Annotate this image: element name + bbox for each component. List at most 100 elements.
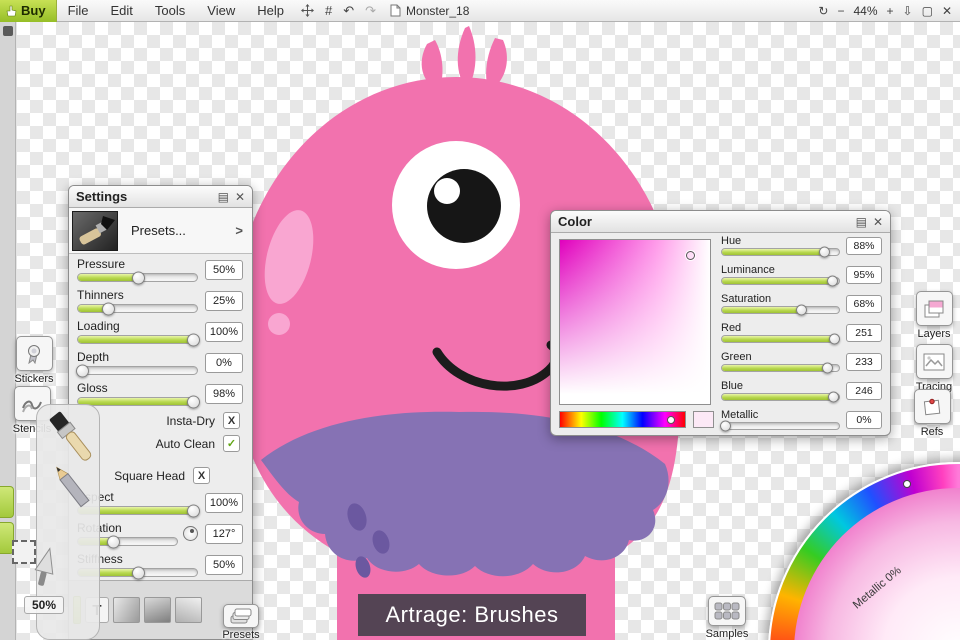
current-color-swatch[interactable]: [693, 411, 714, 428]
slider-knob[interactable]: [719, 420, 731, 432]
export-icon[interactable]: ⇩: [903, 4, 913, 18]
grid-icon[interactable]: #: [325, 3, 332, 18]
blue-row: Blue 246: [721, 380, 882, 403]
metallic-slider[interactable]: [719, 420, 840, 432]
loading-label: Loading: [77, 319, 120, 333]
collapsed-panel-icon[interactable]: [2, 26, 13, 36]
color-wheel-marker[interactable]: [903, 480, 911, 488]
brush-preview-thumbnail: [72, 210, 118, 251]
luminance-value[interactable]: 95%: [846, 265, 882, 284]
preset-thumbnail[interactable]: [144, 597, 171, 623]
color-picker-square[interactable]: [559, 239, 711, 405]
pressure-value[interactable]: 50%: [205, 259, 243, 280]
luminance-slider[interactable]: [721, 275, 840, 287]
pressure-slider[interactable]: [77, 271, 198, 284]
depth-value[interactable]: 0%: [205, 352, 243, 373]
slider-knob[interactable]: [822, 362, 834, 374]
preset-thumbnail[interactable]: [113, 597, 140, 623]
gloss-slider[interactable]: [77, 395, 201, 408]
rotation-value[interactable]: 127°: [205, 523, 243, 544]
slider-knob[interactable]: [131, 566, 145, 579]
tool-size-value[interactable]: 50%: [24, 596, 65, 614]
collapsed-tool-slot[interactable]: [0, 486, 14, 518]
refs-button[interactable]: [913, 389, 951, 424]
hue-bar[interactable]: [559, 411, 686, 428]
blue-value[interactable]: 246: [846, 381, 882, 400]
slider-knob[interactable]: [106, 535, 120, 548]
slider-knob[interactable]: [829, 333, 841, 345]
menu-file[interactable]: File: [57, 0, 100, 21]
slider-knob[interactable]: [818, 246, 830, 258]
layers-button[interactable]: [915, 291, 953, 326]
layers-label: Layers: [917, 328, 951, 340]
saturation-value[interactable]: 68%: [846, 294, 882, 313]
saturation-slider[interactable]: [721, 304, 840, 316]
slider-knob[interactable]: [827, 275, 839, 287]
loading-value[interactable]: 100%: [205, 321, 243, 342]
menu-edit[interactable]: Edit: [100, 0, 144, 21]
green-value[interactable]: 233: [846, 352, 882, 371]
undo-icon[interactable]: ↶: [343, 3, 354, 19]
slider-knob[interactable]: [75, 364, 89, 377]
sticker-rosette-icon: [28, 344, 40, 364]
brush-presets-row[interactable]: Presets... >: [69, 208, 252, 254]
slider-knob[interactable]: [828, 391, 840, 403]
window-mode-icon[interactable]: ▢: [922, 4, 933, 18]
slider-knob[interactable]: [187, 395, 201, 408]
aspect-value[interactable]: 100%: [205, 492, 243, 513]
square-head-checkbox[interactable]: X: [193, 467, 210, 484]
menu-help[interactable]: Help: [246, 0, 295, 21]
tracing-button[interactable]: [915, 344, 953, 379]
close-app-icon[interactable]: ✕: [942, 4, 952, 18]
rotate-view-icon[interactable]: ↻: [818, 4, 828, 18]
rotation-dial[interactable]: [183, 526, 198, 541]
zoom-out-button[interactable]: −: [837, 4, 844, 18]
slider-knob[interactable]: [187, 504, 201, 517]
insta-dry-checkbox[interactable]: X: [223, 412, 240, 429]
menu-tools[interactable]: Tools: [144, 0, 196, 21]
color-close-icon[interactable]: ✕: [873, 215, 883, 229]
pencil-tool[interactable]: [44, 460, 100, 514]
red-slider[interactable]: [721, 333, 841, 345]
slider-knob[interactable]: [795, 304, 807, 316]
panel-menu-icon[interactable]: ▤: [856, 215, 867, 229]
color-panel-header[interactable]: Color ▤ ✕: [551, 211, 890, 233]
document-icon: [390, 4, 401, 17]
document-chip[interactable]: Monster_18: [390, 4, 469, 18]
gloss-value[interactable]: 98%: [205, 383, 243, 404]
zoom-in-button[interactable]: +: [887, 4, 894, 18]
buy-button[interactable]: Buy: [0, 0, 57, 22]
preset-thumbnail[interactable]: [175, 597, 202, 623]
hue-slider[interactable]: [721, 246, 840, 258]
slider-knob[interactable]: [101, 302, 115, 315]
menubar: Buy File Edit Tools View Help # ↶ ↷ Mons…: [0, 0, 960, 22]
red-value[interactable]: 251: [846, 323, 882, 342]
settings-panel-header[interactable]: Settings ▤ ✕: [69, 186, 252, 208]
thinners-slider[interactable]: [77, 302, 198, 315]
stiffness-value[interactable]: 50%: [205, 554, 243, 575]
presets-button[interactable]: [223, 604, 259, 628]
stickers-button[interactable]: [15, 336, 53, 371]
green-slider[interactable]: [721, 362, 840, 374]
color-picker-cursor[interactable]: [686, 251, 695, 261]
saturation-row: Saturation 68%: [721, 293, 882, 316]
panel-menu-icon[interactable]: ▤: [218, 190, 229, 204]
samples-button[interactable]: [708, 596, 746, 626]
blue-slider[interactable]: [721, 391, 840, 403]
slider-knob[interactable]: [131, 271, 145, 284]
palette-knife-tool[interactable]: [30, 546, 60, 590]
loading-slider[interactable]: [77, 333, 201, 346]
hue-bar-marker[interactable]: [667, 415, 676, 424]
depth-slider[interactable]: [75, 364, 198, 377]
move-tool-icon[interactable]: [300, 4, 314, 17]
redo-icon[interactable]: ↷: [365, 3, 376, 19]
hue-value[interactable]: 88%: [846, 236, 882, 255]
metallic-value[interactable]: 0%: [846, 410, 882, 429]
samples-label: Samples: [705, 628, 749, 640]
menu-view[interactable]: View: [196, 0, 246, 21]
stacked-presets-icon: [230, 608, 252, 624]
auto-clean-checkbox[interactable]: ✓: [223, 435, 240, 452]
slider-knob[interactable]: [187, 333, 201, 346]
thinners-value[interactable]: 25%: [205, 290, 243, 311]
settings-close-icon[interactable]: ✕: [235, 190, 245, 204]
